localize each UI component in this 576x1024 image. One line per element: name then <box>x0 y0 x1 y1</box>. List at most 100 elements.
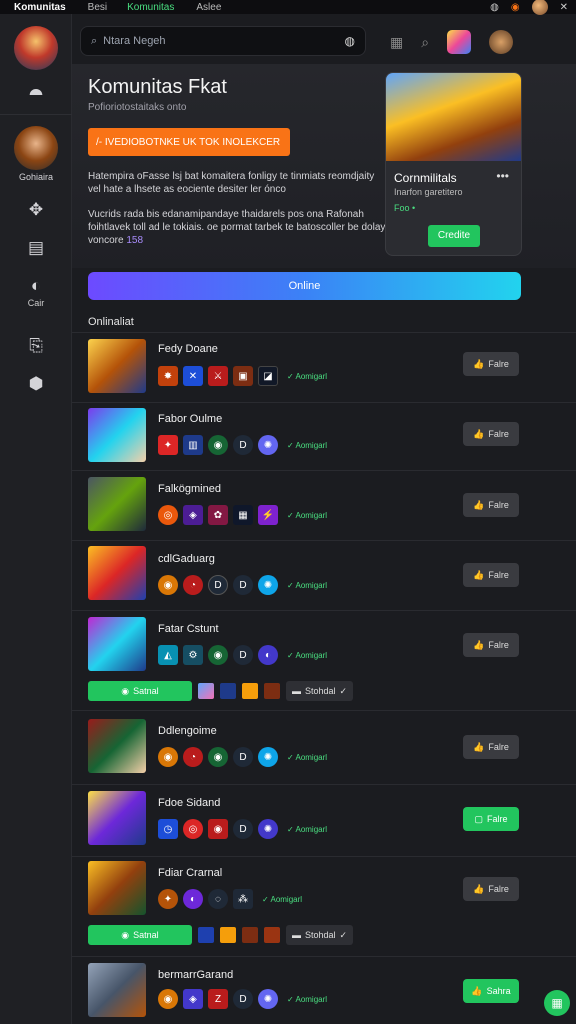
shield-icon[interactable]: ⬢ <box>0 374 72 394</box>
game-icon: D <box>233 819 253 839</box>
status-badge: ✓ Aomigarl <box>287 510 328 520</box>
search-input[interactable]: Ntara Negeh <box>103 35 165 47</box>
user-avatar[interactable] <box>531 0 548 15</box>
game-icon: ✿ <box>208 505 228 525</box>
more-options-icon[interactable]: ••• <box>496 169 509 183</box>
document-icon[interactable]: ▤ <box>0 238 72 258</box>
game-icon: D <box>208 575 228 595</box>
list-item[interactable]: Fatar Cstunt ◭ ⚙ ◉ D ◐ ✓ Aomigarl 👍 Falre… <box>72 610 576 710</box>
row-icons: ◉ ◈ Z D ✺ ✓ Aomigarl <box>158 989 327 1009</box>
row-action-button[interactable]: 👍 Falre <box>463 422 519 446</box>
game-icon: ◉ <box>208 747 228 767</box>
share-icon[interactable]: ⎘ <box>0 336 72 356</box>
join-label: Satnal <box>133 930 159 940</box>
list-item[interactable]: cdlGaduarg ◉ ◔ D D ✺ ✓ Aomigarl 👍 Falre <box>72 540 576 610</box>
game-icon: ◉ <box>208 645 228 665</box>
search-submit-icon[interactable]: ◍ <box>345 34 355 48</box>
tab-komunitas[interactable]: Komunitas <box>127 2 174 13</box>
thumb-icon: 👍 <box>471 985 483 996</box>
search-alt-icon[interactable]: ⌕ <box>421 34 429 51</box>
hero-cta-button[interactable]: /- IVEDIOBOTNKE UK TOK INOLEKCER <box>88 128 290 156</box>
game-icon: ◷ <box>158 819 178 839</box>
list-item[interactable]: Fabor Oulme ✦ ▥ ◉ D ✺ ✓ Aomigarl 👍 Falre <box>72 402 576 470</box>
row-sub-actions: ◉ Satnal ▬ Stohdal ✓ <box>88 681 354 701</box>
list-item[interactable]: Ddlengoime ◉ ◔ ◉ D ✺ ✓ Aomigarl 👍 Falre <box>72 710 576 784</box>
thumb-icon: 👍 <box>473 639 485 650</box>
list-item[interactable]: Fedy Doane ✸ ✕ ⚔ ▣ ◪ ✓ Aomigarl 👍 Falre <box>72 332 576 402</box>
compass-icon[interactable]: ◐ Cair <box>0 276 72 308</box>
status-badge: ✓ Aomigarl <box>287 371 328 381</box>
row-action-button[interactable]: 👍 Falre <box>463 352 519 376</box>
join-icon: ◉ <box>121 685 130 696</box>
game-thumbnail <box>88 339 146 393</box>
rail-label-gohiaira: Gohiaira <box>18 172 54 182</box>
game-icon: ⁂ <box>233 889 253 909</box>
game-icon: ✺ <box>258 819 278 839</box>
row-action-button[interactable]: 👍 Falre <box>463 877 519 901</box>
game-icon: ◉ <box>158 989 178 1009</box>
grid-icon[interactable]: ▦ <box>390 34 403 51</box>
tab-aslee[interactable]: Aslee <box>196 2 221 13</box>
server-avatar[interactable] <box>14 26 58 70</box>
calculator-fab-button[interactable]: ▦ <box>544 990 570 1016</box>
game-icon: ◉ <box>158 747 178 767</box>
row-action-label: Falre <box>488 742 509 752</box>
game-icon: ◔ <box>183 575 203 595</box>
close-icon[interactable]: ✕ <box>560 2 568 13</box>
game-icon: D <box>233 747 253 767</box>
featured-community-card[interactable]: Cornmilitals ••• Inarfon garetitero Foo … <box>385 72 522 256</box>
globe-icon[interactable]: ◍ <box>490 2 499 13</box>
row-action-label: Falre <box>488 500 509 510</box>
join-button[interactable]: ◉ Satnal <box>88 681 192 701</box>
game-icon: ◈ <box>183 989 203 1009</box>
row-action-button[interactable]: ▢ Falre <box>463 807 519 831</box>
row-action-label: Falre <box>487 814 508 824</box>
tab-besi[interactable]: Besi <box>88 2 107 13</box>
list-item[interactable]: Fdoe Sidand ◷ ◎ ◉ D ✺ ✓ Aomigarl ▢ Falre <box>72 784 576 856</box>
section-title: Onlinaliat <box>88 316 134 328</box>
top-bar: Komunitas Besi Komunitas Aslee ◍ ◉ ✕ <box>0 0 576 15</box>
row-action-button[interactable]: 👍 Falre <box>463 735 519 759</box>
row-name: Fdoe Sidand <box>158 797 221 809</box>
list-item[interactable]: Falkögmined ◎ ◈ ✿ ▦ ⚡ ✓ Aomigarl 👍 Falre <box>72 470 576 540</box>
status-badge: ✓ Aomigarl <box>287 824 328 834</box>
row-name: Fabor Oulme <box>158 413 223 425</box>
game-icon: ◉ <box>208 819 228 839</box>
row-icons: ◭ ⚙ ◉ D ◐ ✓ Aomigarl <box>158 645 327 665</box>
row-name: cdlGaduarg <box>158 553 215 565</box>
header-profile-image[interactable] <box>489 30 514 54</box>
camera-icon: ▬ <box>292 686 301 696</box>
stream-label: Stohdal <box>305 686 336 696</box>
online-banner[interactable]: Online <box>88 272 521 300</box>
row-action-button[interactable]: 👍 Falre <box>463 633 519 657</box>
bookmark-icon[interactable]: ⯊ <box>0 86 72 106</box>
row-action-button[interactable]: 👍 Falre <box>463 493 519 517</box>
puzzle-icon[interactable]: ✥ <box>0 200 72 220</box>
list-item[interactable]: Fdiar Crarnal ✦ ◐ ◌ ⁂ ✓ Aomigarl 👍 Falre … <box>72 856 576 956</box>
row-action-button[interactable]: 👍 Sahra <box>463 979 519 1003</box>
stream-pill[interactable]: ▬ Stohdal ✓ <box>286 681 354 701</box>
game-icon: ◉ <box>158 575 178 595</box>
row-action-label: Falre <box>488 640 509 650</box>
list-item[interactable]: bermarrGarand ◉ ◈ Z D ✺ ✓ Aomigarl 👍 Sahr… <box>72 956 576 1024</box>
notification-icon[interactable]: ◉ <box>511 2 520 13</box>
mini-game-icon <box>198 683 214 699</box>
featured-card-button[interactable]: Credite <box>428 225 480 247</box>
search-bar[interactable]: ⌕ Ntara Negeh ◍ <box>80 26 366 56</box>
game-icon: ✺ <box>258 435 278 455</box>
join-button[interactable]: ◉ Satnal <box>88 925 192 945</box>
join-label: Satnal <box>133 686 159 696</box>
game-icon: D <box>233 645 253 665</box>
featured-card-meta: Inarfon garetitero <box>394 187 463 197</box>
left-rail: ⯊ Gohiaira ✥ ▤ ◐ Cair ⎘ ⬢ <box>0 14 72 1024</box>
featured-card-tag: Foo • <box>394 203 416 213</box>
stream-pill[interactable]: ▬ Stohdal ✓ <box>286 925 354 945</box>
header-game-image[interactable] <box>447 30 472 54</box>
row-name: Falkögmined <box>158 483 221 495</box>
stream-label: Stohdal <box>305 930 336 940</box>
game-icon: ✦ <box>158 889 178 909</box>
mini-game-icon <box>264 927 280 943</box>
community-avatar[interactable] <box>14 126 58 170</box>
row-action-button[interactable]: 👍 Falre <box>463 563 519 587</box>
hero-highlight: 158 <box>126 235 144 246</box>
